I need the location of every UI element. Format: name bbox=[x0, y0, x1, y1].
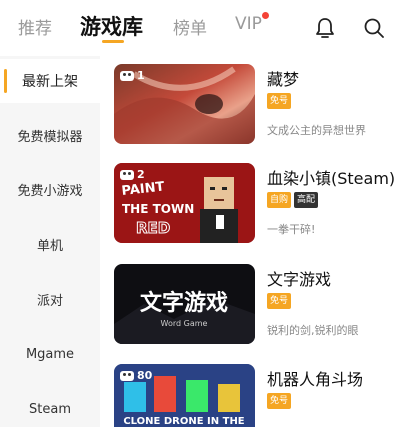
tag-badge: 免号 bbox=[267, 393, 292, 409]
bell-icon[interactable] bbox=[313, 16, 337, 40]
game-card[interactable]: 1 藏梦 免号 文成公主的异想世界 bbox=[114, 64, 416, 146]
game-title: 血染小镇(Steam) bbox=[267, 169, 396, 188]
game-thumbnail[interactable]: 文字游戏 Word Game bbox=[114, 264, 255, 344]
game-tags: 免号 bbox=[267, 293, 292, 309]
sidebar-item-newest[interactable]: 最新上架 bbox=[0, 59, 100, 103]
game-tags: 免号 bbox=[267, 93, 292, 109]
tag-badge: 自购 bbox=[267, 192, 292, 208]
video-icon bbox=[120, 70, 134, 81]
search-icon[interactable] bbox=[362, 16, 386, 40]
player-count-badge: 1 bbox=[120, 69, 145, 82]
game-description: 锐利的剑,锐利的眼 bbox=[267, 324, 359, 337]
svg-text:RED: RED bbox=[136, 219, 170, 237]
game-description: 文成公主的异想世界 bbox=[267, 124, 366, 137]
svg-text:THE TOWN: THE TOWN bbox=[122, 202, 194, 216]
sidebar-item-single-player[interactable]: 单机 bbox=[0, 222, 100, 266]
thumb-title-text: CLONE DRONE IN THE bbox=[123, 416, 244, 427]
game-title: 藏梦 bbox=[267, 70, 300, 89]
player-count-badge: 80 bbox=[120, 369, 152, 382]
sidebar-item-free-emulator[interactable]: 免费模拟器 bbox=[0, 113, 100, 157]
game-card[interactable]: 文字游戏 Word Game 文字游戏 免号 锐利的剑,锐利的眼 bbox=[114, 264, 416, 346]
active-tab-indicator bbox=[102, 40, 124, 43]
tab-rankings[interactable]: 榜单 bbox=[173, 14, 207, 39]
game-tags: 免号 bbox=[267, 393, 292, 409]
sidebar-item-party[interactable]: 派对 bbox=[0, 277, 100, 321]
game-title: 机器人角斗场 bbox=[267, 370, 364, 389]
game-thumbnail[interactable]: PAINT THE TOWN RED 2 bbox=[114, 163, 255, 243]
game-tags: 自购 高配 bbox=[267, 192, 319, 208]
tab-vip[interactable]: VIP bbox=[235, 14, 262, 34]
game-thumbnail[interactable]: CLONE DRONE IN THE 80 bbox=[114, 364, 255, 427]
sidebar-item-steam[interactable]: Steam bbox=[0, 387, 100, 427]
game-description: 一拳干碎! bbox=[267, 223, 316, 236]
tag-badge: 高配 bbox=[294, 192, 319, 208]
game-card[interactable]: CLONE DRONE IN THE 80 机器人角斗场 免号 bbox=[114, 364, 416, 427]
game-thumbnail[interactable]: 1 bbox=[114, 64, 255, 144]
tab-recommend[interactable]: 推荐 bbox=[18, 14, 52, 39]
sidebar-item-free-minigames[interactable]: 免费小游戏 bbox=[0, 167, 100, 211]
thumb-subtitle-text: Word Game bbox=[161, 319, 208, 328]
vip-notification-dot bbox=[262, 12, 269, 19]
video-icon bbox=[120, 169, 134, 180]
top-tab-bar: 推荐 游戏库 榜单 VIP bbox=[0, 0, 416, 56]
video-icon bbox=[120, 370, 134, 381]
player-count-badge: 2 bbox=[120, 168, 145, 181]
category-sidebar: 最新上架 免费模拟器 免费小游戏 单机 派对 Mgame Steam bbox=[0, 56, 100, 427]
tab-game-library[interactable]: 游戏库 bbox=[80, 11, 143, 41]
tag-badge: 免号 bbox=[267, 93, 292, 109]
tag-badge: 免号 bbox=[267, 293, 292, 309]
thumb-title-text: 文字游戏 bbox=[140, 290, 228, 316]
game-card[interactable]: PAINT THE TOWN RED 2 血染小镇(Steam) 自购 高配 一… bbox=[114, 163, 416, 245]
sidebar-item-mgame[interactable]: Mgame bbox=[0, 332, 100, 376]
game-title: 文字游戏 bbox=[267, 270, 332, 289]
